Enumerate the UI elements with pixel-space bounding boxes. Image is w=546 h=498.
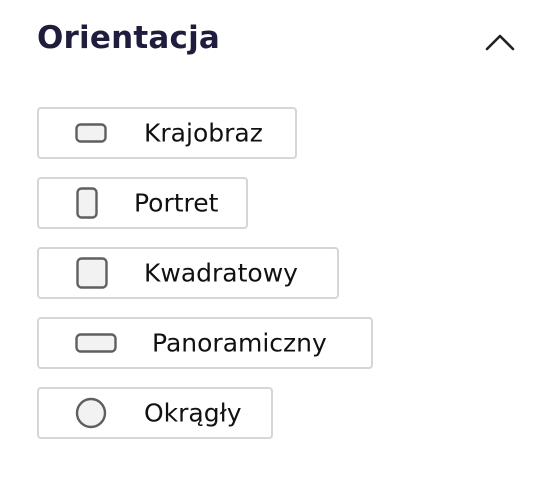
option-label: Kwadratowy [144, 258, 298, 288]
option-square[interactable]: Kwadratowy [37, 247, 339, 299]
panorama-icon [75, 333, 117, 353]
orientation-section-header: Orientacja [37, 18, 517, 66]
option-panorama[interactable]: Panoramiczny [37, 317, 373, 369]
option-circle[interactable]: Okrągły [37, 387, 273, 439]
option-label: Panoramiczny [152, 328, 327, 358]
circle-icon [75, 397, 107, 429]
chevron-up-icon [485, 34, 515, 51]
option-landscape[interactable]: Krajobraz [37, 107, 297, 159]
option-label: Okrągły [144, 398, 242, 428]
portrait-icon [76, 187, 98, 219]
option-label: Portret [134, 188, 219, 218]
option-portrait[interactable]: Portret [37, 177, 248, 229]
landscape-icon [75, 123, 107, 143]
section-title: Orientacja [37, 20, 221, 56]
option-label: Krajobraz [144, 118, 263, 148]
collapse-toggle-button[interactable] [483, 28, 517, 56]
square-icon [76, 257, 108, 289]
